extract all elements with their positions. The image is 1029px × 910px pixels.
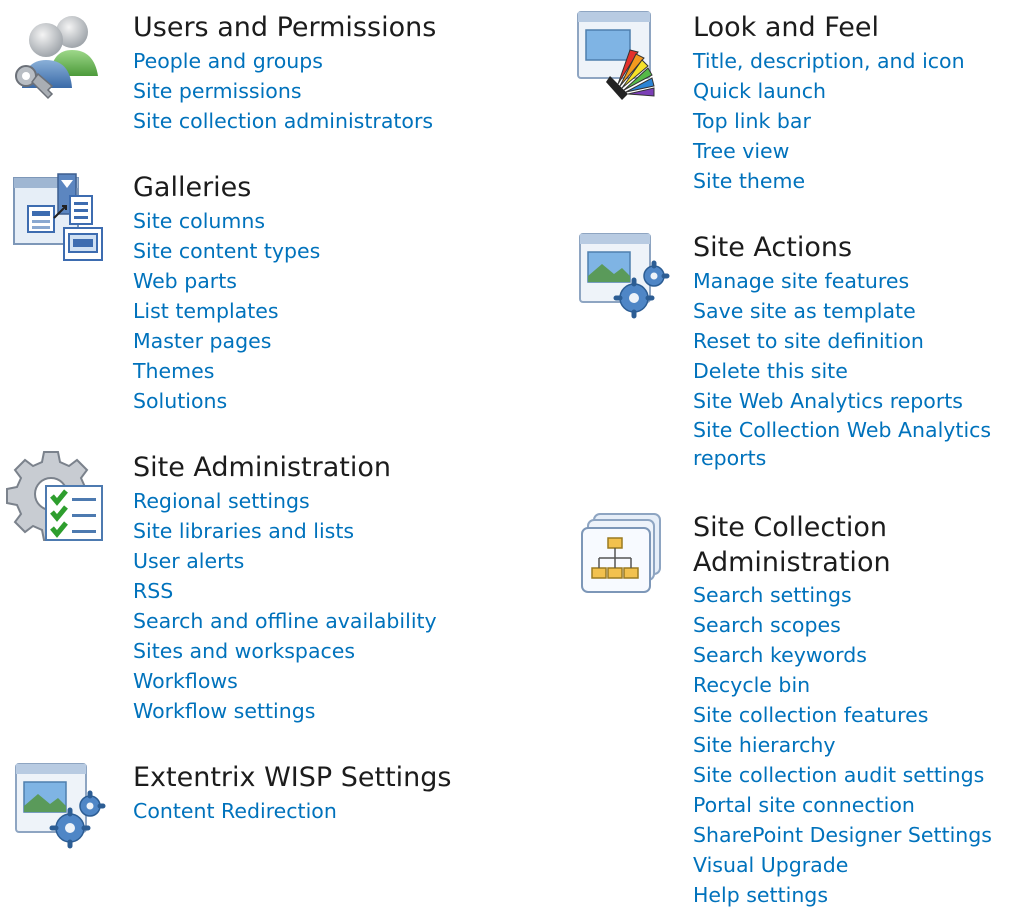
section-title: Site Administration (133, 452, 391, 483)
link-workflows[interactable]: Workflows (133, 666, 437, 696)
link-people-and-groups[interactable]: People and groups (133, 46, 433, 76)
link-themes[interactable]: Themes (133, 356, 320, 386)
link-sharepoint-designer-settings[interactable]: SharePoint Designer Settings (693, 820, 992, 850)
section-title: Galleries (133, 172, 252, 203)
link-list: People and groups Site permissions Site … (133, 46, 433, 136)
link-site-collection-web-analytics-reports[interactable]: Site Collection Web Analytics reports (693, 416, 1025, 472)
link-search-scopes[interactable]: Search scopes (693, 610, 992, 640)
link-search-and-offline-availability[interactable]: Search and offline availability (133, 606, 437, 636)
link-sites-and-workspaces[interactable]: Sites and workspaces (133, 636, 437, 666)
link-visual-upgrade[interactable]: Visual Upgrade (693, 850, 992, 880)
link-site-content-types[interactable]: Site content types (133, 236, 320, 266)
window-gears-icon (15, 763, 106, 849)
link-delete-this-site[interactable]: Delete this site (693, 356, 1025, 386)
link-manage-site-features[interactable]: Manage site features (693, 266, 1025, 296)
galleries-icon (13, 173, 103, 261)
link-workflow-settings[interactable]: Workflow settings (133, 696, 437, 726)
link-regional-settings[interactable]: Regional settings (133, 486, 437, 516)
link-user-alerts[interactable]: User alerts (133, 546, 437, 576)
link-list: Regional settings Site libraries and lis… (133, 486, 437, 726)
link-solutions[interactable]: Solutions (133, 386, 320, 416)
link-save-site-as-template[interactable]: Save site as template (693, 296, 1025, 326)
link-site-hierarchy[interactable]: Site hierarchy (693, 730, 992, 760)
users-permissions-icon (15, 16, 98, 100)
link-site-theme[interactable]: Site theme (693, 166, 965, 196)
link-site-libraries-and-lists[interactable]: Site libraries and lists (133, 516, 437, 546)
link-site-collection-audit-settings[interactable]: Site collection audit settings (693, 760, 992, 790)
link-recycle-bin[interactable]: Recycle bin (693, 670, 992, 700)
link-site-collection-features[interactable]: Site collection features (693, 700, 992, 730)
link-web-parts[interactable]: Web parts (133, 266, 320, 296)
link-list: Title, description, and icon Quick launc… (693, 46, 965, 196)
link-site-collection-administrators[interactable]: Site collection administrators (133, 106, 433, 136)
link-site-web-analytics-reports[interactable]: Site Web Analytics reports (693, 386, 1025, 416)
link-list: Search settings Search scopes Search key… (693, 580, 992, 910)
link-quick-launch[interactable]: Quick launch (693, 76, 965, 106)
section-title: Look and Feel (693, 12, 879, 43)
section-title: Extentrix WISP Settings (133, 762, 452, 793)
link-search-keywords[interactable]: Search keywords (693, 640, 992, 670)
site-collection-hierarchy-icon (581, 513, 661, 593)
link-site-columns[interactable]: Site columns (133, 206, 320, 236)
window-gears-icon (579, 233, 670, 319)
link-search-settings[interactable]: Search settings (693, 580, 992, 610)
link-site-permissions[interactable]: Site permissions (133, 76, 433, 106)
section-title: Users and Permissions (133, 12, 437, 43)
section-title: Site Collection Administration (693, 512, 891, 578)
site-administration-icon (6, 451, 103, 541)
link-list-templates[interactable]: List templates (133, 296, 320, 326)
link-tree-view[interactable]: Tree view (693, 136, 965, 166)
link-list: Content Redirection (133, 796, 337, 826)
link-list: Manage site features Save site as templa… (693, 266, 1025, 472)
link-title-description-and-icon[interactable]: Title, description, and icon (693, 46, 965, 76)
link-list: Site columns Site content types Web part… (133, 206, 320, 416)
look-and-feel-icon (577, 11, 655, 100)
section-title: Site Actions (693, 232, 853, 263)
link-top-link-bar[interactable]: Top link bar (693, 106, 965, 136)
link-reset-to-site-definition[interactable]: Reset to site definition (693, 326, 1025, 356)
link-portal-site-connection[interactable]: Portal site connection (693, 790, 992, 820)
link-help-settings[interactable]: Help settings (693, 880, 992, 910)
link-master-pages[interactable]: Master pages (133, 326, 320, 356)
link-content-redirection[interactable]: Content Redirection (133, 796, 337, 826)
link-rss[interactable]: RSS (133, 576, 437, 606)
